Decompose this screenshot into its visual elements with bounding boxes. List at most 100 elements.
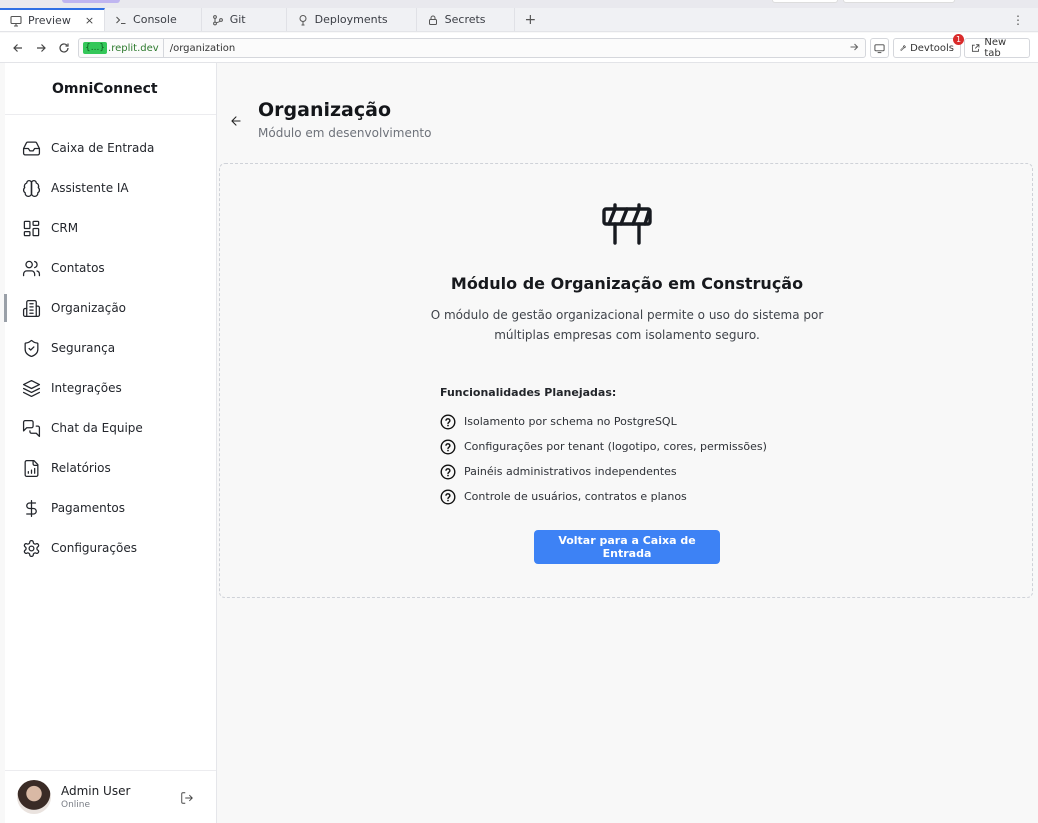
workspace-tab-bar: Preview × Console Git Deployments Secret…: [0, 8, 1038, 32]
main-content: Organização Módulo em desenvolvimento Mó…: [218, 63, 1038, 823]
construction-card: Módulo de Organização em Construção O mó…: [219, 163, 1033, 598]
avatar: [17, 780, 51, 814]
monitor-icon: [10, 15, 22, 27]
users-icon: [22, 260, 41, 276]
gear-icon: [23, 539, 40, 557]
url-host-highlight: {...}: [83, 42, 108, 54]
wrench-icon: [900, 45, 906, 51]
sidebar-item-organization[interactable]: Organização: [4, 288, 216, 328]
features-title: Funcionalidades Planejadas:: [440, 386, 617, 399]
device-preview-button[interactable]: [870, 38, 889, 58]
tab-deployments[interactable]: Deployments: [287, 8, 417, 31]
dollar-icon: [26, 499, 37, 517]
tab-secrets[interactable]: Secrets: [417, 8, 515, 31]
devtools-label: Devtools: [910, 42, 954, 54]
url-input[interactable]: {...} .replit.dev /organization: [78, 38, 866, 58]
tab-label: Console: [133, 13, 177, 26]
terminal-icon: [115, 14, 127, 26]
devtools-button[interactable]: Devtools 1: [893, 34, 964, 58]
help-circle-icon: [440, 413, 456, 430]
page-title: Organização: [258, 99, 391, 121]
tab-git[interactable]: Git: [202, 8, 287, 31]
new-tab-button[interactable]: New tab: [964, 37, 1030, 59]
sidebar-item-contacts[interactable]: Contatos: [5, 248, 216, 288]
list-item: Painéis administrativos independentes: [440, 459, 767, 484]
sidebar-item-label: Caixa de Entrada: [51, 141, 155, 155]
sidebar-item-label: CRM: [51, 221, 79, 235]
back-to-inbox-button[interactable]: Voltar para a Caixa de Entrada: [534, 530, 720, 564]
reload-icon[interactable]: [53, 37, 75, 59]
sidebar-menu: Caixa de Entrada Assistente IA CRM Conta…: [4, 115, 216, 568]
sidebar-item-settings[interactable]: Configurações: [5, 528, 216, 568]
sidebar-item-label: Chat da Equipe: [51, 421, 143, 435]
window-top-strip: [0, 0, 1038, 8]
sidebar-item-payments[interactable]: Pagamentos: [5, 488, 216, 528]
brand-name: OmniConnect: [5, 63, 216, 115]
sidebar-item-crm[interactable]: CRM: [5, 208, 216, 248]
help-circle-icon: [440, 488, 456, 505]
new-tab-label: New tab: [984, 37, 1007, 59]
notification-badge: 1: [953, 34, 964, 45]
building-icon: [22, 299, 41, 317]
list-item: Isolamento por schema no PostgreSQL: [440, 409, 767, 434]
brain-icon: [22, 179, 41, 197]
sidebar-item-label: Configurações: [51, 541, 137, 555]
more-options-icon[interactable]: ⋮: [1012, 13, 1024, 27]
sidebar-item-team-chat[interactable]: Chat da Equipe: [5, 408, 216, 448]
layout-grid-icon: [23, 220, 40, 236]
tab-label: Deployments: [314, 13, 388, 26]
lock-icon: [427, 14, 439, 26]
top-control: [772, 0, 838, 3]
user-name: Admin User: [61, 784, 131, 798]
inbox-icon: [22, 141, 41, 155]
add-tab-button[interactable]: +: [515, 8, 547, 31]
sidebar-item-label: Integrações: [51, 381, 122, 395]
layers-icon: [22, 379, 41, 397]
address-bar: {...} .replit.dev /organization Devtools…: [0, 33, 1038, 63]
card-description: O módulo de gestão organizacional permit…: [430, 308, 824, 342]
tab-preview[interactable]: Preview ×: [0, 8, 106, 31]
sidebar-item-label: Assistente IA: [51, 181, 129, 195]
help-circle-icon: [440, 463, 456, 480]
url-host: {...} .replit.dev: [79, 39, 164, 57]
logout-icon[interactable]: [180, 790, 194, 804]
tab-label: Preview: [28, 14, 71, 27]
sidebar-item-label: Organização: [51, 301, 127, 315]
top-control: [843, 0, 955, 3]
forward-arrow-icon[interactable]: [30, 37, 52, 59]
url-path: /organization: [169, 42, 236, 54]
sidebar-item-label: Relatórios: [51, 461, 111, 475]
sidebar-item-integrations[interactable]: Integrações: [5, 368, 216, 408]
report-icon: [24, 459, 39, 477]
list-item: Controle de usuários, contratos e planos: [440, 484, 767, 509]
card-title: Módulo de Organização em Construção: [450, 274, 804, 293]
user-info: Admin User Online: [61, 784, 130, 810]
back-arrow-icon[interactable]: [7, 37, 29, 59]
tab-console[interactable]: Console: [105, 8, 202, 31]
messages-icon: [22, 419, 41, 437]
sidebar-item-label: Pagamentos: [51, 501, 125, 515]
sidebar-item-label: Contatos: [51, 261, 105, 275]
sidebar-item-security[interactable]: Segurança: [5, 328, 216, 368]
workspace-indicator: [62, 0, 120, 3]
construction-barrier-icon: [601, 201, 653, 247]
user-status: Online: [61, 800, 91, 810]
shield-check-icon: [24, 339, 39, 357]
help-circle-icon: [440, 438, 456, 455]
features-list: Isolamento por schema no PostgreSQL Conf…: [440, 409, 767, 509]
sidebar-item-ai-assistant[interactable]: Assistente IA: [5, 168, 216, 208]
git-icon: [212, 14, 224, 26]
user-profile[interactable]: Admin User Online: [5, 770, 216, 823]
go-arrow-icon[interactable]: [849, 42, 859, 55]
back-arrow-icon[interactable]: [229, 113, 243, 127]
monitor-icon: [874, 43, 885, 53]
sidebar-item-label: Segurança: [51, 341, 116, 355]
tab-label: Git: [229, 13, 246, 26]
close-icon[interactable]: ×: [85, 14, 94, 27]
deploy-icon: [297, 14, 309, 26]
sidebar: OmniConnect Caixa de Entrada Assistente …: [4, 63, 217, 823]
external-link-icon: [971, 44, 980, 52]
sidebar-item-inbox[interactable]: Caixa de Entrada: [5, 128, 216, 168]
tab-label: Secrets: [444, 13, 486, 26]
sidebar-item-reports[interactable]: Relatórios: [5, 448, 216, 488]
